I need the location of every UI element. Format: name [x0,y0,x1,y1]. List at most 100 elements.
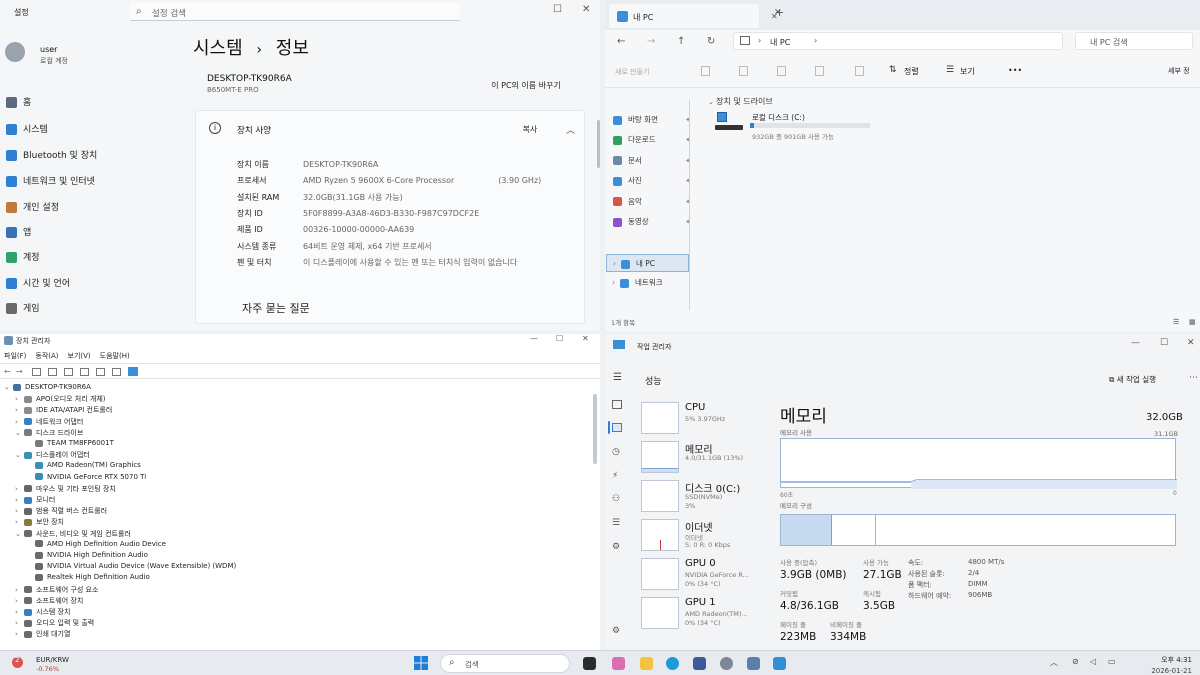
chevron-right-icon[interactable]: › [15,630,24,638]
device-tree-row[interactable]: TEAM TM8FP6001T [26,439,114,447]
maximize-button[interactable]: ☐ [553,4,562,15]
nav-item-5[interactable]: 앱 [0,221,170,245]
maximize-button[interactable]: ☐ [556,334,563,343]
settings-gear-icon[interactable]: ⚙ [612,626,620,636]
settings-search-input[interactable]: ⌕ 설정 검색 [130,3,460,21]
chevron-right-icon[interactable]: › [612,278,615,287]
chevron-up-icon[interactable]: ︿ [566,123,575,136]
performance-icon[interactable] [612,423,622,432]
chevron-down-icon[interactable]: ⌄ [4,383,13,391]
startup-icon[interactable]: ⚡ [612,471,618,481]
device-tree-row[interactable]: › 소프트웨어 구성 요소 [15,585,98,595]
new-button[interactable]: 새로 만들기 [615,67,649,77]
store-icon[interactable] [693,657,706,670]
device-tree-row[interactable]: › 네트워크 어댑터 [15,417,83,427]
device-tree-row[interactable]: › APO(오디오 처리 개체) [15,394,106,404]
device-tree-row[interactable]: Realtek High Definition Audio [26,573,150,581]
device-tree-row[interactable]: AMD High Definition Audio Device [26,540,166,548]
chevron-right-icon[interactable]: › [15,608,24,616]
nav-item-7[interactable]: 시간 및 언어 [0,272,170,296]
nav-item-1[interactable]: 시스템 [0,118,170,142]
task-view-icon[interactable] [583,657,596,670]
share-icon[interactable] [855,66,864,76]
minimize-button[interactable]: — [530,334,538,343]
perf-item[interactable]: 이더넷 이더넷 S: 0 R: 0 Kbps [641,519,771,557]
device-tree-row[interactable]: › 모니터 [15,495,55,505]
menu-item[interactable]: 파일(F) [4,352,26,360]
rename-icon[interactable] [815,66,824,76]
edge-icon[interactable] [666,657,679,670]
device-tree-row[interactable]: NVIDIA GeForce RTX 5070 Ti [26,473,146,481]
scan-icon[interactable] [96,368,105,376]
nav-item-2[interactable]: Bluetooth 및 장치 [0,144,170,168]
perf-item[interactable]: CPU 5% 3.97GHz [641,402,771,440]
menu-item[interactable]: 도움말(H) [100,352,130,360]
copy-icon[interactable] [739,66,748,76]
explorer-search-input[interactable]: 내 PC 검색 [1075,32,1193,50]
quick-access-item[interactable]: 다운로드✦ [613,131,693,149]
device-tree-row[interactable]: › 소프트웨어 장치 [15,596,83,606]
show-hidden-icon[interactable] [48,368,57,376]
device-tree-row[interactable]: › 시스템 장치 [15,607,70,617]
device-tree-row[interactable]: › 보안 장치 [15,517,64,527]
quick-access-item[interactable]: 바탕 화면✦ [613,111,693,129]
forward-arrow-icon[interactable]: → [647,36,655,47]
paste-icon[interactable] [777,66,786,76]
users-icon[interactable]: ⚇ [612,494,620,504]
copilot-icon[interactable] [612,657,625,670]
start-button[interactable] [414,656,428,670]
more-button[interactable]: ••• [1008,66,1022,75]
task-manager-app-icon[interactable] [773,657,786,670]
nav-tree-item[interactable]: › 네트워크 [606,274,689,292]
quick-access-item[interactable]: 사진✦ [613,172,693,190]
battery-icon[interactable]: ▭ [1108,657,1116,666]
close-button[interactable]: ✕ [582,4,590,15]
device-manager-app-icon[interactable] [747,657,760,670]
sort-button[interactable]: 정렬 [904,66,919,77]
device-tree-row[interactable]: › 마우스 및 기타 포인팅 장치 [15,484,116,494]
chevron-right-icon[interactable]: › [15,418,24,426]
new-tab-button[interactable]: + [775,6,784,19]
up-arrow-icon[interactable]: ↑ [677,36,685,47]
breadcrumb-parent[interactable]: 시스템 [193,38,243,59]
perf-item[interactable]: GPU 1 AMD Radeon(TM)... 0% (34 °C) [641,597,771,635]
chevron-right-icon[interactable]: › [15,507,24,515]
widgets-button[interactable]: 2 EUR/KRW -0.76% [8,655,108,675]
minimize-button[interactable]: — [1131,338,1140,348]
details-icon[interactable]: ☰ [612,518,620,528]
chevron-down-icon[interactable]: ⌄ [15,429,24,437]
perf-item[interactable]: 메모리 4.0/31.1GB (13%) [641,441,771,479]
chevron-right-icon[interactable]: › [15,597,24,605]
view-button[interactable]: 보기 [960,66,975,77]
more-icon[interactable]: ⋯ [1189,373,1198,383]
processes-icon[interactable] [612,400,622,409]
back-arrow-icon[interactable]: ← [617,36,625,47]
services-icon[interactable]: ⚙ [612,542,620,552]
chevron-down-icon[interactable]: ⌄ [15,451,24,459]
device-tree-row[interactable]: ⌄ 사운드, 비디오 및 게임 컨트롤러 [15,529,131,539]
chevron-right-icon[interactable]: › [15,395,24,403]
quick-access-item[interactable]: 동영상✦ [613,213,693,231]
forward-arrow-icon[interactable]: → [16,367,23,376]
quick-access-item[interactable]: 음악✦ [613,193,693,211]
nav-tree-item[interactable]: › 내 PC [606,254,689,272]
chevron-right-icon[interactable]: › [15,496,24,504]
chevron-up-icon[interactable]: ︿ [1050,657,1058,668]
update-driver-icon[interactable] [80,368,89,376]
taskbar-search-input[interactable]: ⌕ 검색 [440,654,570,673]
faq-label[interactable]: 자주 묻는 질문 [242,300,310,316]
refresh-icon[interactable]: ↻ [707,36,715,47]
maximize-button[interactable]: ☐ [1160,338,1168,348]
device-tree-row[interactable]: ⌄ 디스플레이 어댑터 [15,450,90,460]
hamburger-menu-icon[interactable]: ☰ [613,372,622,383]
section-header[interactable]: ⌄ 장치 및 드라이브 [708,96,773,107]
device-tree-row[interactable]: › IDE ATA/ATAPI 컨트롤러 [15,405,112,415]
history-icon[interactable]: ◷ [612,447,620,457]
device-tree-row[interactable]: › 인쇄 대기열 [15,629,70,639]
rename-pc-button[interactable]: 이 PC의 이름 바꾸기 [476,78,576,94]
quick-access-item[interactable]: 문서✦ [613,152,693,170]
nav-item-0[interactable]: 홈 [0,91,170,115]
close-button[interactable]: ✕ [1187,338,1195,348]
copy-button[interactable]: 복사 [508,122,552,138]
network-icon[interactable]: ⊘ [1072,657,1079,666]
